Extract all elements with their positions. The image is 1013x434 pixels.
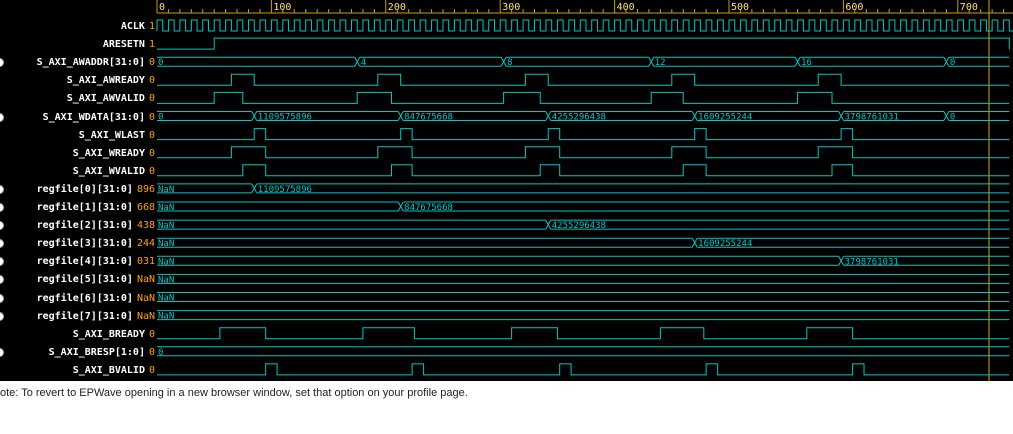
bus-value-label: NaN [158, 221, 174, 231]
bus-value-label: 0 [158, 58, 163, 68]
bus-value-label: 3798761031 [845, 113, 899, 123]
bus-transition [838, 256, 845, 266]
bus-value-label: 8 [507, 58, 512, 68]
bus-transition [500, 56, 507, 67]
ruler-tick-label: 600 [845, 2, 863, 13]
bus-transition [838, 111, 845, 121]
bus-value-label: NaN [158, 312, 174, 322]
bus-value-label: NaN [158, 185, 174, 195]
bus-transition [691, 237, 698, 248]
bus-value-label: NaN [158, 275, 174, 285]
ruler-tick-label: 400 [617, 2, 635, 13]
bus-value-label: 1109575896 [258, 113, 312, 123]
bus-value-label: 4255296438 [552, 113, 606, 123]
binary-wave [157, 363, 1010, 376]
bus-transition [794, 56, 801, 67]
binary-wave [157, 327, 1010, 340]
ruler-tick-label: 500 [731, 2, 749, 13]
bus-value-label: NaN [158, 203, 174, 213]
bus-value-label: 4 [361, 58, 366, 68]
ruler-tick-label: 300 [502, 2, 520, 13]
bus-value-label: NaN [158, 257, 174, 267]
bus-value-label: 3798761031 [845, 257, 899, 267]
bus-value-label: 0 [158, 113, 163, 123]
bus-transition [545, 219, 552, 230]
profile-note: ote: To revert to EPWave opening in a ne… [0, 387, 468, 399]
ruler-tick-label: 0 [159, 2, 165, 13]
waveform-canvas[interactable]: 0 100 200 300 400 500 600 700 0 4 8 12 16 0 0 110957589… [0, 0, 1013, 381]
bus-value-label: 0 [158, 348, 163, 358]
bus-transition [251, 183, 258, 194]
bus-transition [943, 56, 950, 67]
bus-value-label: 1109575896 [258, 185, 312, 195]
bus-value-label: 0 [950, 113, 955, 123]
bus-value-label: NaN [158, 239, 174, 249]
clock-wave [156, 19, 1013, 32]
bus-value-label: 12 [655, 58, 666, 68]
bus-transition [545, 111, 552, 121]
bus-value-label: 1609255244 [698, 239, 752, 249]
bus-transition [648, 56, 655, 67]
binary-wave [157, 37, 1010, 50]
binary-wave [157, 146, 1010, 159]
bus-value-label: 847675668 [404, 203, 453, 213]
binary-wave [157, 128, 1010, 141]
ruler-tick-label: 200 [388, 2, 406, 13]
binary-wave [157, 73, 1010, 86]
bus-value-label: 0 [950, 58, 955, 68]
ruler-tick-label: 100 [273, 2, 291, 13]
binary-wave [157, 91, 1010, 104]
bus-value-label: 16 [801, 58, 812, 68]
bus-transition [251, 111, 258, 121]
bus-value-label: 4255296438 [552, 221, 606, 231]
bus-value-label: 847675668 [404, 113, 453, 123]
bus-value-label: 1609255244 [698, 113, 752, 123]
bus-value-label: NaN [158, 294, 174, 304]
bus-transition [397, 111, 404, 121]
ruler-tick-label: 700 [960, 2, 978, 13]
bus-transition [943, 111, 950, 121]
bus-transition [691, 111, 698, 121]
bus-transition [397, 201, 404, 212]
binary-wave [157, 164, 1010, 177]
waveform-viewer[interactable]: ACLK 1 ARESETN 1 S_AXI_AWADDR[31:0] 0 S_AXI_AW… [0, 0, 1013, 381]
bus-transition [354, 56, 361, 67]
